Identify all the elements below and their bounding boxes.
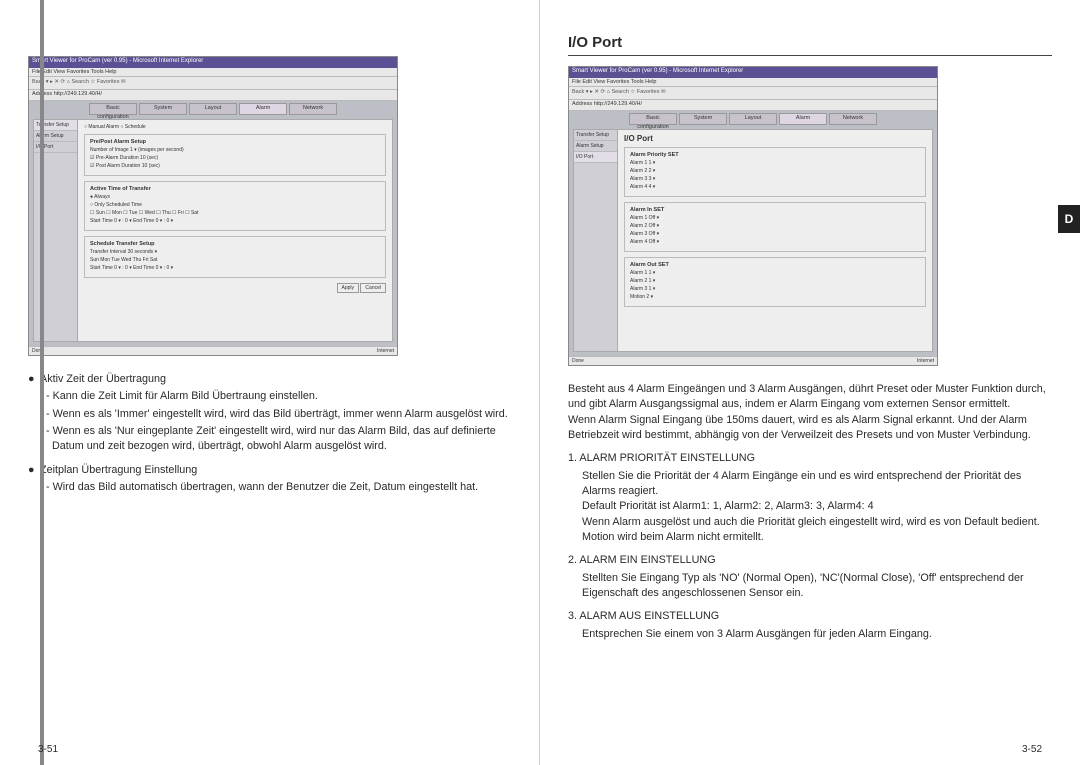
address-bar: Address http://249.129.40/H/ (29, 90, 397, 101)
num-head: 1. ALARM PRIORITÄT EINSTELLUNG (568, 451, 1052, 466)
tab[interactable]: Network (829, 113, 877, 125)
right-page: I/O Port Smart Viewer for ProCam (ver 0.… (540, 0, 1080, 765)
tab[interactable]: System (139, 103, 187, 115)
right-screenshot: Smart Viewer for ProCam (ver 0.95) - Mic… (568, 66, 938, 366)
toolbar: Back ▾ ▸ ✕ ⟳ ⌂ Search ☆ Favorites ✉ (29, 77, 397, 90)
page-number: 3-51 (38, 744, 58, 755)
panel-title: I/O Port (624, 134, 926, 143)
tab-active[interactable]: Alarm (779, 113, 827, 125)
num-head: 2. ALARM EIN EINSTELLUNG (568, 553, 1052, 568)
status-right: Internet (917, 358, 934, 364)
form-panel: I/O Port Alarm Priority SET Alarm 1 1 ▾ … (618, 130, 932, 351)
prepost-alarm-setup: Pre/Post Alarm Setup Number of Image 1 ▾… (84, 134, 386, 176)
apply-button[interactable]: Apply (337, 283, 360, 293)
menu-bar: File Edit View Favorites Tools Help (569, 78, 937, 87)
window-title: Smart Viewer for ProCam (ver 0.95) - Mic… (569, 67, 937, 78)
window-title: Smart Viewer for ProCam (ver 0.95) - Mic… (29, 57, 397, 68)
right-body-text: Besteht aus 4 Alarm Eingeängen und 3 Ala… (568, 382, 1052, 642)
form-panel: ○ Manual Alarm ○ Schedule Pre/Post Alarm… (78, 120, 392, 341)
schedule-transfer-setup: Schedule Transfer Setup Transfer Interva… (84, 236, 386, 278)
intro-paragraph: Besteht aus 4 Alarm Eingeängen und 3 Ala… (568, 382, 1052, 443)
num-head: 3. ALARM AUS EINSTELLUNG (568, 609, 1052, 624)
main-tabs: Basic configuration System Layout Alarm … (569, 111, 937, 125)
tab[interactable]: Layout (729, 113, 777, 125)
tab-active[interactable]: Alarm (239, 103, 287, 115)
side-nav: Transfer Setup Alarm Setup I/O Port (574, 130, 618, 351)
left-body-text: ● Aktiv Zeit der Übertragung - Kann die … (28, 372, 511, 497)
left-page: Smart Viewer for ProCam (ver 0.95) - Mic… (0, 0, 540, 765)
tab[interactable]: Layout (189, 103, 237, 115)
tab[interactable]: System (679, 113, 727, 125)
alarm-in-set: Alarm In SET Alarm 1 Off ▾ Alarm 2 Off ▾… (624, 202, 926, 252)
tab[interactable]: Basic configuration (629, 113, 677, 125)
toolbar: Back ▾ ▸ ✕ ⟳ ⌂ Search ☆ Favorites ✉ (569, 87, 937, 100)
bullet-head: Aktiv Zeit der Übertragung (40, 372, 511, 387)
sidenav-item[interactable]: Transfer Setup (574, 130, 617, 141)
page-number: 3-52 (1022, 744, 1042, 755)
address-bar: Address http://249.129.40/H/ (569, 100, 937, 111)
page-spread: Smart Viewer for ProCam (ver 0.95) - Mic… (0, 0, 1080, 765)
alarm-priority-set: Alarm Priority SET Alarm 1 1 ▾ Alarm 2 2… (624, 147, 926, 197)
left-screenshot: Smart Viewer for ProCam (ver 0.95) - Mic… (28, 56, 398, 356)
radio-row: ○ Manual Alarm ○ Schedule (84, 124, 386, 130)
status-left: Done (572, 358, 584, 364)
tab[interactable]: Basic configuration (89, 103, 137, 115)
bullet-head: Zeitplan Übertragung Einstellung (40, 463, 511, 478)
status-right: Internet (377, 348, 394, 354)
cancel-button[interactable]: Cancel (360, 283, 386, 293)
menu-bar: File Edit View Favorites Tools Help (29, 68, 397, 77)
main-tabs: Basic configuration System Layout Alarm … (29, 101, 397, 115)
alarm-out-set: Alarm Out SET Alarm 1 1 ▾ Alarm 2 1 ▾ Al… (624, 257, 926, 307)
active-time-transfer: Active Time of Transfer ● Always ○ Only … (84, 181, 386, 231)
sidenav-item[interactable]: Alarm Setup (574, 141, 617, 152)
sidenav-item[interactable]: I/O Port (574, 152, 617, 163)
tab[interactable]: Network (289, 103, 337, 115)
section-title: I/O Port (568, 34, 1052, 56)
